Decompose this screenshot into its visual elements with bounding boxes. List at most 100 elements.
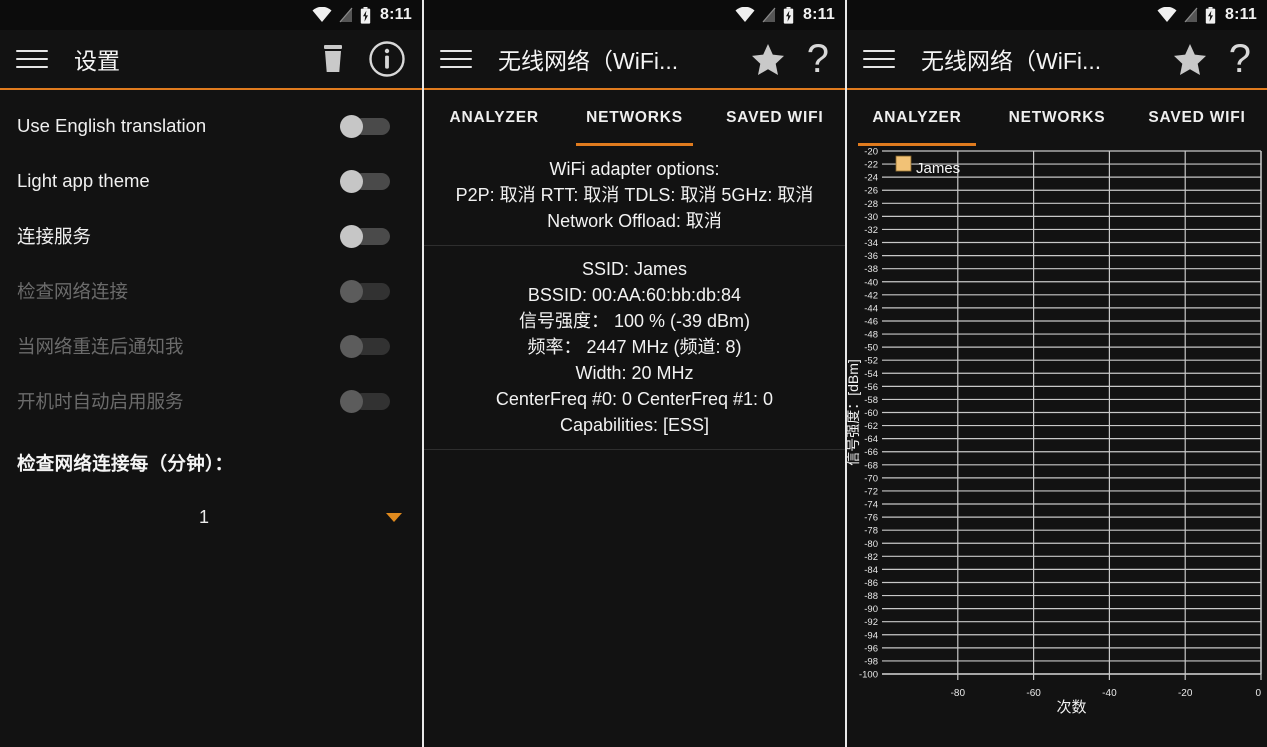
signal-off-icon — [762, 7, 776, 23]
hamburger-menu-icon[interactable] — [440, 47, 472, 71]
network-details-block[interactable]: SSID: James BSSID: 00:AA:60:bb:db:84 信号强… — [424, 245, 845, 449]
y-axis-tick-label: -24 — [864, 173, 878, 184]
list-divider — [424, 449, 845, 450]
status-bar-settings: 8:11 — [0, 0, 422, 30]
tab-analyzer[interactable]: ANALYZER — [847, 90, 987, 146]
adapter-options-line: P2P: 取消 RTT: 取消 TDLS: 取消 5GHz: 取消 — [455, 185, 814, 205]
signal-off-icon — [339, 7, 353, 23]
x-axis-tick-label: -20 — [1178, 688, 1193, 699]
chart-canvas: -20 -22 -24 -26 -28 -30 -32 -34 -36 -38 -40 -42 -44 -… — [847, 147, 1262, 716]
x-axis-tick-label: -40 — [1102, 688, 1117, 699]
analyzer-tab-bar: ANALYZER NETWORKS SAVED WIFI — [847, 90, 1267, 146]
question-mark-icon[interactable]: ? — [1229, 39, 1251, 79]
network-detail-centerfreq: CenterFreq #0: 0 CenterFreq #1: 0 — [495, 389, 774, 409]
setting-row-check-network-connection: 检查网络连接 — [0, 263, 422, 318]
y-axis-tick-label: -50 — [864, 343, 878, 354]
setting-label: 检查网络连接 — [17, 280, 129, 302]
networks-tab-bar: ANALYZER NETWORKS SAVED WIFI — [424, 90, 845, 146]
setting-row-connect-service[interactable]: 连接服务 — [0, 208, 422, 263]
legend-label: James — [916, 160, 960, 177]
x-axis-tick-label: -60 — [1026, 688, 1041, 699]
star-icon[interactable] — [751, 43, 785, 76]
setting-row-notify-on-reconnect: 当网络重连后通知我 — [0, 318, 422, 373]
tab-networks[interactable]: NETWORKS — [987, 90, 1127, 146]
signal-strength-chart[interactable]: -20 -22 -24 -26 -28 -30 -32 -34 -36 -38 -40 -42 -44 -… — [847, 146, 1267, 747]
chevron-down-icon[interactable] — [386, 512, 402, 522]
settings-action-icons — [320, 40, 406, 78]
x-axis-tick-label: -80 — [951, 688, 966, 699]
y-axis-tick-label: -36 — [864, 251, 878, 262]
y-axis-tick-label: -66 — [864, 447, 878, 458]
networks-action-icons: ? — [751, 39, 829, 79]
battery-charging-icon — [783, 6, 794, 24]
tab-saved-wifi[interactable]: SAVED WIFI — [705, 90, 845, 146]
setting-label: 开机时自动启用服务 — [17, 390, 184, 412]
y-axis-tick-label: -46 — [864, 316, 878, 327]
tab-analyzer[interactable]: ANALYZER — [424, 90, 564, 146]
network-detail-capabilities: Capabilities: [ESS] — [559, 415, 710, 435]
y-axis-tick-label: -44 — [864, 303, 878, 314]
adapter-options-line: Network Offload: 取消 — [547, 211, 722, 231]
page-title: 设置 — [74, 48, 120, 74]
page-title: 无线网络（WiFi... — [498, 48, 679, 74]
wifi-icon — [1157, 7, 1177, 22]
setting-label: 连接服务 — [17, 225, 92, 247]
status-bar-analyzer: 8:11 — [847, 0, 1267, 30]
y-axis-tick-label: -26 — [864, 186, 878, 197]
y-axis-tick-label: -76 — [864, 513, 878, 524]
wifi-icon — [735, 7, 755, 22]
y-axis-tick-label: -98 — [864, 656, 878, 667]
y-axis-tick-label: -90 — [864, 604, 878, 615]
y-axis-tick-label: -94 — [864, 630, 878, 641]
tab-saved-wifi[interactable]: SAVED WIFI — [1127, 90, 1267, 146]
y-axis-tick-label: -72 — [864, 486, 878, 497]
y-axis-tick-label: -34 — [864, 238, 878, 249]
y-axis-tick-label: -40 — [864, 277, 878, 288]
toggle-notify-on-reconnect — [340, 334, 392, 358]
y-axis-tick-label: -48 — [864, 330, 878, 341]
star-icon[interactable] — [1173, 43, 1207, 76]
interval-spinner[interactable]: 1 — [0, 486, 422, 548]
settings-list: Use English translation Light app theme … — [0, 90, 422, 428]
y-axis-tick-label: -22 — [864, 160, 878, 171]
y-axis-tick-label: -56 — [864, 382, 878, 393]
y-axis-tick-label: -58 — [864, 395, 878, 406]
analyzer-panel: 8:11 无线网络（WiFi... ? ANALYZER NETWORKS SA… — [845, 0, 1267, 747]
y-axis-tick-label: -78 — [864, 526, 878, 537]
settings-action-bar: 设置 — [0, 30, 422, 90]
y-axis-tick-label: -62 — [864, 421, 878, 432]
network-detail-width: Width: 20 MHz — [575, 363, 694, 383]
hamburger-menu-icon[interactable] — [16, 47, 48, 71]
page-title: 无线网络（WiFi... — [921, 48, 1102, 74]
y-axis-title: 信号强度：[dBm] — [847, 359, 861, 466]
setting-row-light-app-theme[interactable]: Light app theme — [0, 153, 422, 208]
y-axis-tick-label: -54 — [864, 369, 878, 380]
y-axis-tick-label: -68 — [864, 460, 878, 471]
toggle-use-english-translation[interactable] — [340, 114, 392, 138]
trash-icon[interactable] — [320, 44, 346, 74]
setting-label: Use English translation — [17, 114, 207, 136]
toggle-light-app-theme[interactable] — [340, 169, 392, 193]
y-axis-tick-label: -30 — [864, 212, 878, 223]
hamburger-menu-icon[interactable] — [863, 47, 895, 71]
y-axis-tick-label: -20 — [864, 147, 878, 158]
toggle-check-network-connection — [340, 279, 392, 303]
y-axis-tick-label: -42 — [864, 290, 878, 301]
question-mark-icon[interactable]: ? — [807, 39, 829, 79]
adapter-options-block: WiFi adapter options: P2P: 取消 RTT: 取消 TD… — [424, 146, 845, 245]
tab-label: SAVED WIFI — [1148, 109, 1246, 126]
setting-label: Light app theme — [17, 169, 150, 191]
info-icon[interactable] — [368, 40, 406, 78]
tab-label: SAVED WIFI — [726, 109, 824, 126]
networks-action-bar: 无线网络（WiFi... ? — [424, 30, 845, 90]
analyzer-action-icons: ? — [1173, 39, 1251, 79]
status-bar-time: 8:11 — [803, 6, 835, 23]
interval-spinner-value: 1 — [198, 506, 209, 527]
status-bar-time: 8:11 — [380, 6, 412, 23]
setting-row-use-english-translation[interactable]: Use English translation — [0, 98, 422, 153]
y-axis-tick-label: -96 — [864, 643, 878, 654]
toggle-connect-service[interactable] — [340, 224, 392, 248]
y-axis-tick-label: -100 — [859, 670, 878, 681]
x-axis-title: 次数 — [1056, 699, 1086, 716]
tab-networks[interactable]: NETWORKS — [564, 90, 704, 146]
